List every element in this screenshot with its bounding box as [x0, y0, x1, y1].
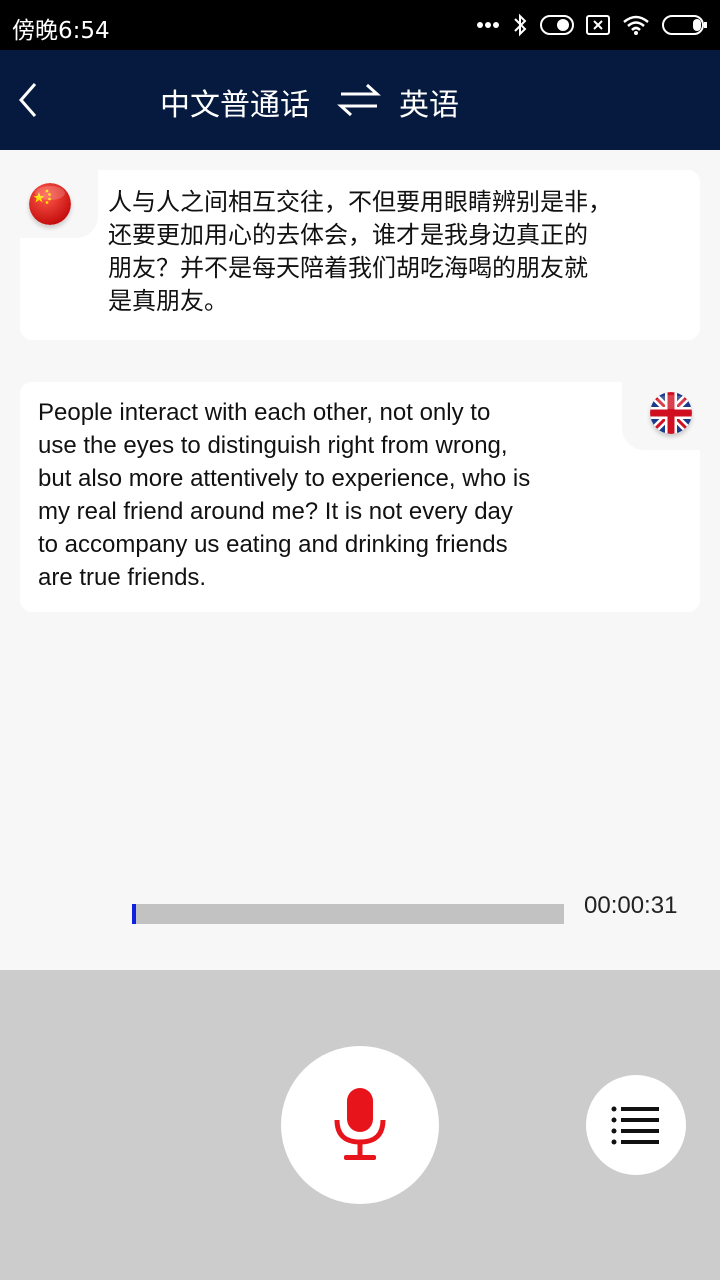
uk-flag-icon: [650, 392, 692, 434]
language-header: 中文普通话 英语: [0, 50, 720, 150]
sim-icon: [586, 15, 610, 35]
source-language[interactable]: 中文普通话: [160, 80, 310, 124]
translated-message-text: People interact with each other, not onl…: [38, 399, 531, 591]
status-time: 傍晚6:54: [12, 18, 110, 44]
toggle-icon: [540, 15, 574, 35]
bluetooth-icon: [512, 13, 528, 37]
recording-progress-fill: [132, 904, 136, 924]
swap-language-button[interactable]: [336, 78, 382, 122]
microphone-icon: [334, 1088, 386, 1160]
recording-timer: 00:00:31: [584, 892, 678, 919]
chevron-left-icon: [19, 83, 37, 117]
history-menu-button[interactable]: [586, 1075, 686, 1175]
recording-progress-bar: [132, 904, 564, 924]
battery-icon: [662, 14, 708, 36]
more-dots-icon: [476, 21, 500, 29]
target-language[interactable]: 英语: [399, 80, 459, 124]
source-message-text: 人与人之间相互交往，不但要用眼睛辨别是非， 还要更加用心的去体会，谁才是我身边真…: [108, 188, 612, 315]
wifi-icon: [622, 14, 650, 36]
china-flag-icon: [29, 183, 71, 225]
swap-arrows-icon: [337, 83, 381, 117]
back-button[interactable]: [8, 78, 48, 122]
microphone-button[interactable]: [281, 1046, 439, 1204]
status-icons: [476, 0, 708, 50]
list-menu-icon: [611, 1106, 659, 1145]
status-bar: 傍晚6:54: [0, 0, 720, 50]
